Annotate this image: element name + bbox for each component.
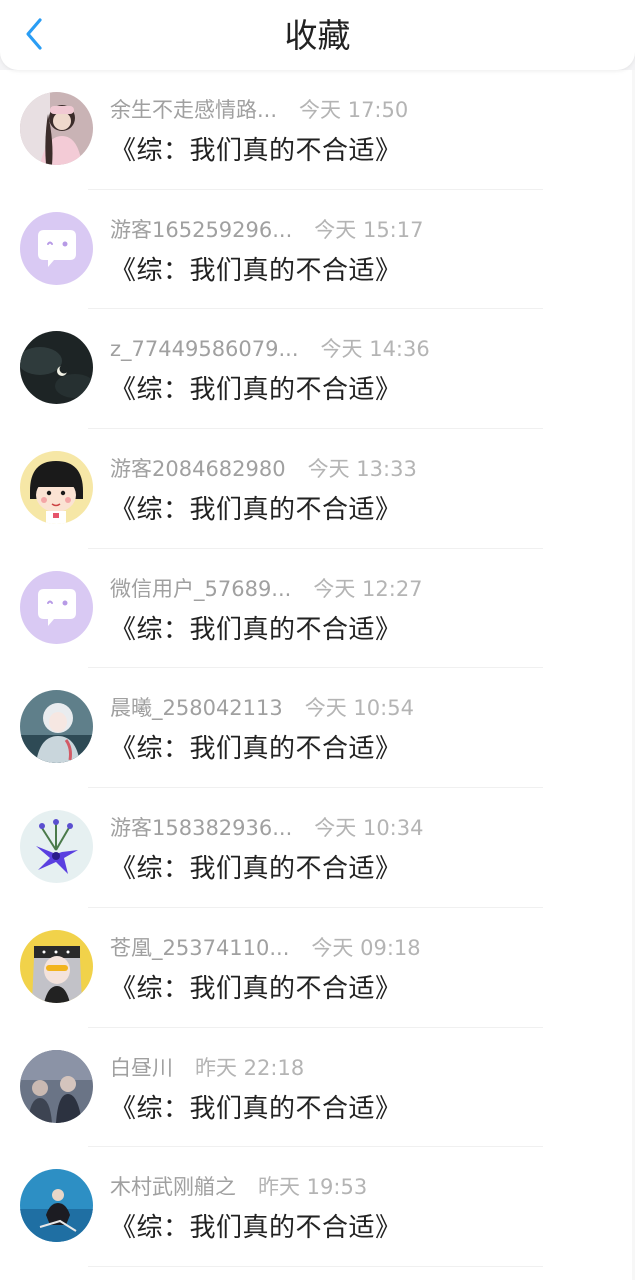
user-name[interactable]: 余生不走感情路...	[110, 98, 277, 122]
list-item[interactable]: z_77449586079... 今天 14:36 《综：我们真的不合适》	[0, 309, 635, 430]
cartoon-avatar-icon	[20, 451, 93, 525]
avatar[interactable]	[20, 690, 93, 764]
user-photo-icon	[20, 1049, 93, 1123]
avatar[interactable]	[20, 1169, 93, 1243]
avatar[interactable]	[20, 810, 93, 884]
timestamp: 今天 10:54	[304, 696, 414, 721]
book-title[interactable]: 《综：我们真的不合适》	[110, 130, 402, 167]
favorites-screen: 收藏 余生不走感情路... 今天 17:50 《综：我们真的不合适》 游客165…	[0, 0, 635, 1280]
default-avatar-icon	[20, 570, 93, 644]
anime-avatar-icon	[20, 929, 93, 1003]
timestamp: 今天 17:50	[299, 98, 409, 122]
list-item[interactable]: 木村武刚艏之 昨天 19:53 《综：我们真的不合适》	[0, 1147, 635, 1267]
item-meta: 游客2084682980 今天 13:33	[110, 453, 417, 483]
user-name[interactable]: 晨曦_258042113	[110, 696, 283, 720]
avatar[interactable]	[20, 92, 93, 165]
list-item[interactable]: 游客165259296... 今天 15:17 《综：我们真的不合适》	[0, 190, 635, 310]
item-meta: 木村武刚艏之 昨天 19:53	[110, 1171, 367, 1201]
list-item[interactable]: 晨曦_258042113 今天 10:54 《综：我们真的不合适》	[0, 668, 635, 789]
timestamp: 昨天 22:18	[195, 1055, 305, 1080]
top-bar: 收藏	[0, 0, 635, 70]
avatar[interactable]	[20, 570, 93, 644]
list-item[interactable]: 苍凰_25374110... 今天 09:18 《综：我们真的不合适》	[0, 908, 635, 1028]
item-meta: 游客158382936... 今天 10:34	[110, 812, 423, 842]
default-avatar-icon	[20, 211, 93, 285]
user-name[interactable]: z_77449586079...	[110, 337, 299, 361]
timestamp: 今天 15:17	[314, 217, 424, 242]
item-meta: z_77449586079... 今天 14:36	[110, 333, 430, 363]
user-name[interactable]: 微信用户_57689...	[110, 577, 291, 601]
book-title[interactable]: 《综：我们真的不合适》	[110, 728, 402, 765]
avatar[interactable]	[20, 929, 93, 1003]
user-name[interactable]: 游客165259296...	[110, 218, 292, 242]
timestamp: 昨天 19:53	[258, 1175, 368, 1200]
book-title[interactable]: 《综：我们真的不合适》	[110, 609, 402, 646]
item-meta: 余生不走感情路... 今天 17:50	[110, 94, 408, 124]
item-meta: 苍凰_25374110... 今天 09:18	[110, 932, 421, 962]
timestamp: 今天 12:27	[313, 576, 423, 601]
user-name[interactable]: 木村武刚艏之	[110, 1175, 236, 1199]
list-item[interactable]: 游客2084682980 今天 13:33 《综：我们真的不合适》	[0, 429, 635, 549]
book-title[interactable]: 《综：我们真的不合适》	[110, 968, 402, 1005]
item-meta: 晨曦_258042113 今天 10:54	[110, 692, 414, 722]
timestamp: 今天 10:34	[314, 816, 424, 841]
book-title[interactable]: 《综：我们真的不合适》	[110, 848, 402, 885]
favorites-list[interactable]: 余生不走感情路... 今天 17:50 《综：我们真的不合适》 游客1652592…	[0, 70, 635, 1280]
list-item[interactable]: 白昼川 昨天 22:18 《综：我们真的不合适》	[0, 1028, 635, 1148]
avatar[interactable]	[20, 1049, 93, 1123]
book-title[interactable]: 《综：我们真的不合适》	[110, 1207, 402, 1244]
user-photo-icon	[20, 92, 93, 165]
item-meta: 微信用户_57689... 今天 12:27	[110, 573, 423, 603]
flower-avatar-icon	[20, 810, 93, 884]
anime-avatar-icon	[20, 690, 93, 764]
divider	[88, 1265, 543, 1267]
timestamp: 今天 14:36	[320, 337, 430, 362]
book-title[interactable]: 《综：我们真的不合适》	[110, 369, 402, 406]
book-title[interactable]: 《综：我们真的不合适》	[110, 1088, 402, 1125]
user-name[interactable]: 游客2084682980	[110, 457, 286, 481]
item-meta: 白昼川 昨天 22:18	[110, 1052, 304, 1082]
user-name[interactable]: 白昼川	[110, 1056, 173, 1080]
book-title[interactable]: 《综：我们真的不合适》	[110, 489, 402, 526]
list-item[interactable]: 微信用户_57689... 今天 12:27 《综：我们真的不合适》	[0, 549, 635, 669]
user-name[interactable]: 游客158382936...	[110, 816, 292, 840]
avatar[interactable]	[20, 211, 93, 285]
timestamp: 今天 09:18	[311, 935, 421, 960]
timestamp: 今天 13:33	[307, 457, 417, 482]
user-name[interactable]: 苍凰_25374110...	[110, 936, 289, 960]
list-item[interactable]: 余生不走感情路... 今天 17:50 《综：我们真的不合适》	[0, 70, 635, 190]
moon-avatar-icon	[20, 331, 93, 405]
list-item[interactable]: 游客158382936... 今天 10:34 《综：我们真的不合适》	[0, 788, 635, 908]
item-meta: 游客165259296... 今天 15:17	[110, 214, 423, 244]
page-title: 收藏	[284, 16, 351, 55]
avatar[interactable]	[20, 451, 93, 525]
avatar[interactable]	[20, 331, 93, 405]
user-photo-icon	[20, 1169, 93, 1243]
book-title[interactable]: 《综：我们真的不合适》	[110, 250, 402, 287]
